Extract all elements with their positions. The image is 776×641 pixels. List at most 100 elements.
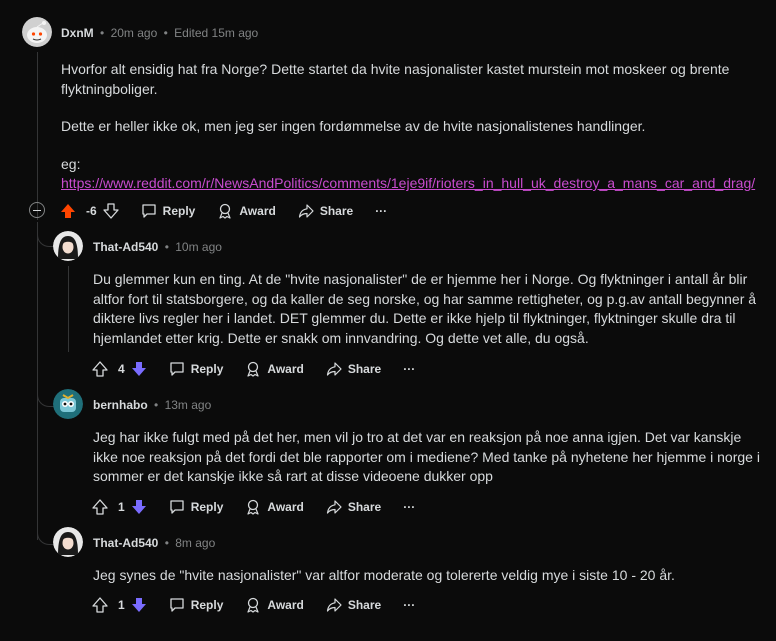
thread-line-main [37, 222, 38, 540]
collapse-thread-button[interactable] [29, 202, 45, 218]
share-icon [326, 362, 342, 376]
award-button[interactable]: Award [245, 499, 304, 515]
downvote-icon[interactable] [131, 597, 147, 613]
username[interactable]: That-Ad540 [93, 240, 158, 254]
more-options-button[interactable]: ··· [403, 598, 415, 612]
thread-curve-1 [37, 228, 54, 247]
separator: • [164, 240, 169, 254]
vote-group: -6 [60, 203, 119, 219]
comment-paragraph: Jeg synes de "hvite nasjonalister" var a… [93, 567, 675, 583]
comment-body: Hvorfor alt ensidig hat fra Norge? Dette… [61, 60, 761, 194]
comment-actions: 1 Reply Award Share ··· [92, 591, 437, 619]
separator: • [164, 536, 169, 550]
comment-meta: bernhabo • 13m ago [93, 398, 211, 412]
comment-body: Du glemmer kun en ting. At de "hvite nas… [93, 270, 761, 348]
comment-paragraph: eg: [61, 155, 81, 172]
avatar[interactable] [53, 527, 83, 557]
more-options-icon: ··· [403, 500, 416, 514]
avatar[interactable] [22, 17, 52, 47]
comment-bubble-icon [170, 500, 184, 514]
thread-line-reply-1 [68, 266, 69, 352]
award-label: Award [239, 204, 276, 218]
share-icon [298, 204, 314, 218]
comment-link[interactable]: https://www.reddit.com/r/NewsAndPolitics… [61, 175, 755, 191]
award-label: Award [267, 362, 304, 376]
award-button[interactable]: Award [217, 203, 276, 219]
more-options-icon: ··· [403, 362, 416, 376]
comment-meta: DxnM • 20m ago • Edited 15m ago [61, 26, 258, 40]
downvote-icon[interactable] [131, 499, 147, 515]
award-icon [247, 361, 259, 377]
more-options-icon: ··· [375, 204, 388, 218]
timestamp[interactable]: 20m ago [111, 26, 158, 40]
share-button[interactable]: Share [326, 361, 381, 377]
comment-actions: -6 Reply Award Share ··· [60, 197, 409, 225]
reply-button[interactable]: Reply [141, 203, 196, 219]
reply-button[interactable]: Reply [169, 361, 223, 377]
more-options-button[interactable]: ··· [375, 204, 387, 218]
upvote-icon[interactable] [60, 203, 76, 219]
vote-score: 1 [118, 500, 125, 514]
comment-meta: That-Ad540 • 10m ago [93, 240, 222, 254]
thread-line-root [37, 52, 38, 220]
separator: • [154, 398, 159, 412]
timestamp[interactable]: 8m ago [175, 536, 215, 550]
more-options-button[interactable]: ··· [403, 500, 415, 514]
vote-group: 1 [92, 499, 147, 515]
share-icon [326, 598, 342, 612]
vote-group: 1 [92, 597, 147, 613]
separator: • [100, 26, 105, 40]
avatar[interactable] [53, 231, 83, 261]
comment-paragraph: Du glemmer kun en ting. At de "hvite nas… [93, 271, 757, 346]
share-label: Share [347, 362, 382, 376]
reply-button[interactable]: Reply [169, 499, 224, 515]
share-button[interactable]: Share [326, 597, 381, 613]
comment-actions: 1 Reply Award Share ··· [92, 493, 437, 521]
username[interactable]: bernhabo [93, 398, 148, 412]
bot-avatar-icon [53, 389, 83, 419]
comment-body: Jeg har ikke fulgt med på det her, men v… [93, 428, 761, 487]
avatar[interactable] [53, 389, 83, 419]
award-icon [247, 597, 259, 613]
reply-button[interactable]: Reply [169, 597, 223, 613]
award-icon [247, 499, 259, 515]
award-label: Award [267, 598, 304, 612]
award-button[interactable]: Award [245, 597, 304, 613]
more-options-button[interactable]: ··· [403, 362, 415, 376]
award-button[interactable]: Award [245, 361, 304, 377]
comment-body: Jeg synes de "hvite nasjonalister" var a… [93, 566, 761, 586]
vote-score: 4 [118, 362, 125, 376]
award-icon [219, 203, 231, 219]
comment-bubble-icon [142, 204, 156, 218]
downvote-icon[interactable] [103, 203, 119, 219]
vote-score: 1 [118, 598, 125, 612]
reply-label: Reply [190, 500, 224, 514]
separator: • [163, 26, 168, 40]
vote-group: 4 [92, 361, 147, 377]
edited-label: Edited 15m ago [174, 26, 259, 40]
username[interactable]: DxnM [61, 26, 94, 40]
comment-paragraph: Hvorfor alt ensidig hat fra Norge? Dette… [61, 61, 730, 97]
award-label: Award [267, 500, 304, 514]
timestamp[interactable]: 10m ago [175, 240, 222, 254]
thread-curve-3 [37, 526, 54, 545]
timestamp[interactable]: 13m ago [165, 398, 212, 412]
more-options-icon: ··· [403, 598, 416, 612]
vote-score: -6 [86, 204, 97, 218]
share-label: Share [319, 204, 354, 218]
share-label: Share [347, 598, 382, 612]
upvote-icon[interactable] [92, 597, 108, 613]
share-label: Share [347, 500, 382, 514]
upvote-icon[interactable] [92, 361, 108, 377]
reply-label: Reply [162, 204, 196, 218]
share-button[interactable]: Share [298, 203, 353, 219]
comment-actions: 4 Reply Award Share ··· [92, 355, 437, 383]
upvote-icon[interactable] [92, 499, 108, 515]
downvote-icon[interactable] [131, 361, 147, 377]
username[interactable]: That-Ad540 [93, 536, 158, 550]
user-avatar-icon [53, 231, 83, 261]
thread-curve-2 [37, 388, 54, 407]
share-icon [326, 500, 342, 514]
share-button[interactable]: Share [326, 499, 381, 515]
user-avatar-icon [53, 527, 83, 557]
